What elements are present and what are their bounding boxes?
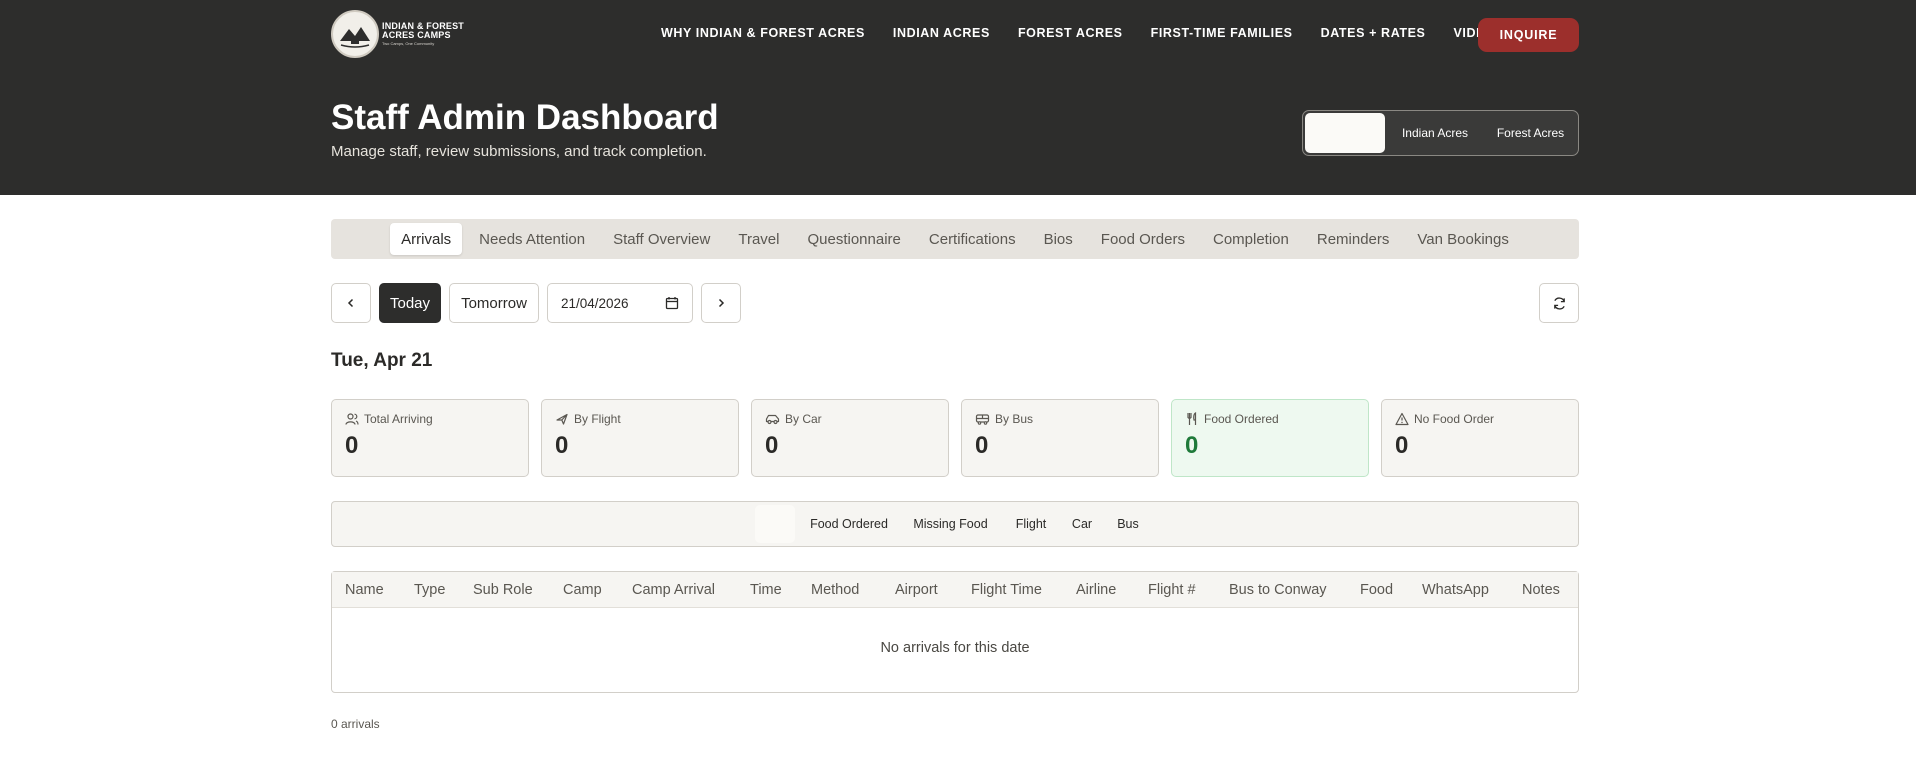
car-icon xyxy=(765,414,780,425)
inquire-button[interactable]: INQUIRE xyxy=(1478,18,1579,52)
prev-day-button[interactable] xyxy=(331,283,371,323)
chevron-left-icon xyxy=(347,298,354,308)
column-header-whatsapp[interactable]: WhatsApp xyxy=(1422,582,1489,598)
tab-bios[interactable]: Bios xyxy=(1033,223,1084,255)
stat-label: No Food Order xyxy=(1414,412,1495,426)
column-header-type[interactable]: Type xyxy=(414,582,445,598)
utensils-icon xyxy=(1187,412,1197,425)
stat-value: 0 xyxy=(1185,432,1199,459)
refresh-icon xyxy=(1553,296,1565,310)
column-header-camp-arrival[interactable]: Camp Arrival xyxy=(632,582,715,598)
filter-bus[interactable]: Bus xyxy=(1107,505,1149,543)
stat-card-by-car: By Car 0 xyxy=(751,399,949,477)
today-button[interactable]: Today xyxy=(379,283,441,323)
tab-van-bookings[interactable]: Van Bookings xyxy=(1406,223,1519,255)
camp-switcher: All Camps Indian Acres Forest Acres xyxy=(1302,110,1579,156)
arrival-filter-bar: All Food Ordered Missing Food Flight Car… xyxy=(331,501,1579,547)
tab-completion[interactable]: Completion xyxy=(1202,223,1300,255)
logo-tagline: Two Camps, One Community xyxy=(382,41,435,46)
date-picker-input[interactable]: 21/04/2026 xyxy=(547,283,693,323)
nav-indian-acres[interactable]: INDIAN ACRES xyxy=(893,26,990,40)
tab-food-orders[interactable]: Food Orders xyxy=(1090,223,1196,255)
stat-label: By Car xyxy=(785,412,822,426)
stat-label: By Bus xyxy=(995,412,1034,426)
selected-date-heading: Tue, Apr 21 xyxy=(331,350,433,371)
column-header-flight-time[interactable]: Flight Time xyxy=(971,582,1042,598)
column-header-method[interactable]: Method xyxy=(811,582,859,598)
nav-why[interactable]: WHY INDIAN & FOREST ACRES xyxy=(661,26,865,40)
stat-value: 0 xyxy=(1395,432,1409,459)
site-logo[interactable]: INDIAN & FOREST ACRES CAMPS Two Camps, O… xyxy=(331,10,464,58)
date-value: 21/04/2026 xyxy=(561,295,629,311)
arrivals-count: 0 arrivals xyxy=(331,717,380,731)
empty-state-message: No arrivals for this date xyxy=(880,640,1030,656)
column-header-bus-to-conway[interactable]: Bus to Conway xyxy=(1229,582,1327,598)
nav-dates-rates[interactable]: DATES + RATES xyxy=(1321,26,1426,40)
stat-value: 0 xyxy=(765,432,779,459)
camp-option-all[interactable]: All Camps xyxy=(1305,113,1385,153)
arrivals-table: Name Type Sub Role Camp Camp Arrival Tim… xyxy=(331,571,1579,693)
column-header-flight-number[interactable]: Flight # xyxy=(1148,582,1196,598)
nav-first-time-families[interactable]: FIRST-TIME FAMILIES xyxy=(1151,26,1293,40)
plane-icon xyxy=(556,413,568,425)
column-header-notes[interactable]: Notes xyxy=(1522,582,1560,598)
stat-card-food-ordered: Food Ordered 0 xyxy=(1171,399,1369,477)
filter-car[interactable]: Car xyxy=(1063,505,1101,543)
logo-emblem xyxy=(331,10,379,58)
stat-label: Total Arriving xyxy=(364,412,433,426)
nav-forest-acres[interactable]: FOREST ACRES xyxy=(1018,26,1123,40)
stat-card-by-flight: By Flight 0 xyxy=(541,399,739,477)
filter-all[interactable]: All xyxy=(755,505,795,543)
column-header-sub-role[interactable]: Sub Role xyxy=(473,582,533,598)
main-nav: WHY INDIAN & FOREST ACRES INDIAN ACRES F… xyxy=(661,26,1532,40)
tab-certifications[interactable]: Certifications xyxy=(918,223,1027,255)
next-day-button[interactable] xyxy=(701,283,741,323)
dashboard-tabs: Arrivals Needs Attention Staff Overview … xyxy=(331,219,1579,259)
page-subtitle: Manage staff, review submissions, and tr… xyxy=(331,143,707,160)
stat-label: Food Ordered xyxy=(1204,412,1279,426)
column-header-name[interactable]: Name xyxy=(345,582,384,598)
refresh-button[interactable] xyxy=(1539,283,1579,323)
filter-flight[interactable]: Flight xyxy=(1005,505,1057,543)
logo-line-2: ACRES CAMPS xyxy=(382,30,451,40)
page-title: Staff Admin Dashboard xyxy=(331,98,719,137)
stat-card-no-food-order: No Food Order 0 xyxy=(1381,399,1579,477)
stat-card-total-arriving: Total Arriving 0 xyxy=(331,399,529,477)
camp-option-forest-acres[interactable]: Forest Acres xyxy=(1485,113,1576,153)
calendar-icon[interactable] xyxy=(665,296,679,310)
stat-card-by-bus: By Bus 0 xyxy=(961,399,1159,477)
stat-value: 0 xyxy=(975,432,989,459)
column-header-camp[interactable]: Camp xyxy=(563,582,602,598)
bus-icon xyxy=(975,414,990,425)
tomorrow-button[interactable]: Tomorrow xyxy=(449,283,539,323)
tab-reminders[interactable]: Reminders xyxy=(1306,223,1401,255)
tab-staff-overview[interactable]: Staff Overview xyxy=(602,223,721,255)
tab-needs-attention[interactable]: Needs Attention xyxy=(468,223,596,255)
site-header: INDIAN & FOREST ACRES CAMPS Two Camps, O… xyxy=(0,0,1916,195)
stat-value: 0 xyxy=(555,432,569,459)
warning-icon xyxy=(1395,412,1409,426)
tab-travel[interactable]: Travel xyxy=(727,223,790,255)
table-header: Name Type Sub Role Camp Camp Arrival Tim… xyxy=(332,572,1578,608)
users-icon xyxy=(345,413,359,425)
chevron-right-icon xyxy=(718,298,725,308)
stat-label: By Flight xyxy=(574,412,621,426)
tab-arrivals[interactable]: Arrivals xyxy=(390,223,463,255)
filter-food-ordered[interactable]: Food Ordered xyxy=(797,505,901,543)
stat-value: 0 xyxy=(345,432,359,459)
filter-missing-food[interactable]: Missing Food xyxy=(904,505,997,543)
tab-questionnaire[interactable]: Questionnaire xyxy=(796,223,911,255)
column-header-time[interactable]: Time xyxy=(750,582,782,598)
column-header-airline[interactable]: Airline xyxy=(1076,582,1116,598)
column-header-food[interactable]: Food xyxy=(1360,582,1393,598)
column-header-airport[interactable]: Airport xyxy=(895,582,938,598)
camp-option-indian-acres[interactable]: Indian Acres xyxy=(1385,113,1485,153)
